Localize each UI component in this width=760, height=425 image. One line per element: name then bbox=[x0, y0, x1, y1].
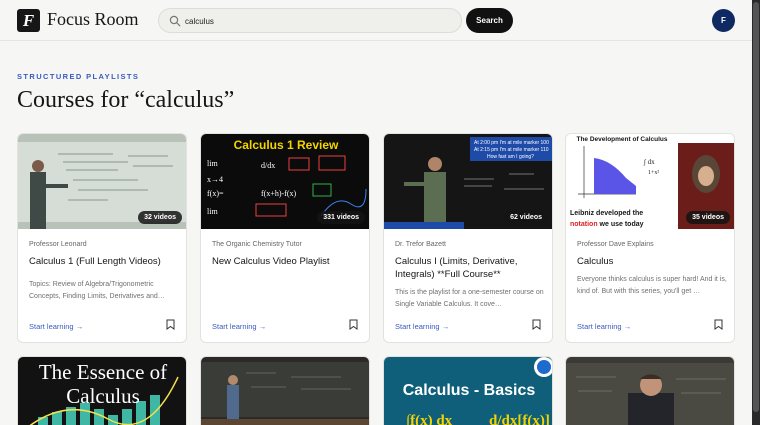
course-author: The Organic Chemistry Tutor bbox=[212, 241, 302, 248]
course-thumbnail[interactable]: The Development of Calculus ∫ dx 1+x² Le… bbox=[566, 134, 734, 229]
lecture-hall-image bbox=[201, 357, 369, 425]
bookmark-icon bbox=[532, 319, 540, 330]
bookmark-button[interactable] bbox=[527, 315, 545, 333]
thumb-caption: Leibniz developed the bbox=[570, 210, 643, 217]
course-thumbnail[interactable]: 32 videos bbox=[18, 134, 186, 229]
bookmark-icon bbox=[166, 319, 174, 330]
video-count-badge: 62 videos bbox=[504, 211, 548, 224]
course-title[interactable]: Calculus 1 (Full Length Videos) bbox=[29, 255, 179, 268]
bookmark-icon bbox=[714, 319, 722, 330]
start-learning-link[interactable]: Start learning → bbox=[395, 322, 449, 331]
thumb-title-text: Calculus 1 Review bbox=[234, 138, 339, 152]
bookmark-icon bbox=[349, 319, 357, 330]
thumb-line: At 2:00 pm I'm at mile marker 100 bbox=[474, 140, 549, 146]
scrollbar-thumb[interactable] bbox=[753, 2, 759, 412]
video-count-badge: 35 videos bbox=[686, 211, 730, 224]
search-box[interactable] bbox=[158, 8, 462, 33]
svg-text:∫ dx: ∫ dx bbox=[643, 158, 655, 166]
course-author: Professor Dave Explains bbox=[577, 241, 654, 248]
course-card[interactable] bbox=[565, 356, 735, 425]
thumb-caption: notation bbox=[570, 221, 598, 228]
course-card[interactable]: 32 videos Professor Leonard Calculus 1 (… bbox=[17, 133, 187, 343]
video-count-badge: 32 videos bbox=[138, 211, 182, 224]
svg-text:x→4: x→4 bbox=[207, 175, 223, 184]
professor-lecture-image bbox=[566, 357, 734, 425]
calculus-basics-image: Calculus - Basics ∫f(x) dx d/dx[f(x)] bbox=[384, 357, 552, 425]
avatar[interactable]: F bbox=[712, 9, 735, 32]
video-count-badge: 331 videos bbox=[317, 211, 365, 224]
logo-icon[interactable]: F bbox=[17, 9, 40, 32]
course-card[interactable]: The Essence of Calculus bbox=[17, 356, 187, 425]
thumb-caption: we use today bbox=[598, 221, 644, 228]
course-card[interactable]: The Development of Calculus ∫ dx 1+x² Le… bbox=[565, 133, 735, 343]
start-learning-link[interactable]: Start learning → bbox=[577, 322, 631, 331]
course-card[interactable]: Calculus 1 Review lim x→4 f(x)= lim d/dx f(x… bbox=[200, 133, 370, 343]
course-title[interactable]: New Calculus Video Playlist bbox=[212, 255, 362, 268]
course-card[interactable]: Calculus - Basics ∫f(x) dx d/dx[f(x)] bbox=[383, 356, 553, 425]
course-card[interactable]: At 2:00 pm I'm at mile marker 100 At 2:1… bbox=[383, 133, 553, 343]
bookmark-button[interactable] bbox=[161, 315, 179, 333]
thumb-line: At 2:15 pm I'm at mile marker 110 bbox=[474, 147, 549, 153]
course-author: Professor Leonard bbox=[29, 241, 87, 248]
svg-text:f(x)=: f(x)= bbox=[207, 189, 224, 198]
svg-text:d/dx: d/dx bbox=[261, 161, 275, 170]
bookmark-button[interactable] bbox=[709, 315, 727, 333]
course-title[interactable]: Calculus bbox=[577, 255, 727, 268]
thumb-title-text: The Development of Calculus bbox=[576, 136, 667, 143]
course-thumbnail[interactable]: At 2:00 pm I'm at mile marker 100 At 2:1… bbox=[384, 134, 552, 229]
bookmark-button[interactable] bbox=[344, 315, 362, 333]
thumb-title-text: Calculus bbox=[66, 384, 140, 408]
essence-of-calculus-image: The Essence of Calculus bbox=[18, 357, 186, 425]
course-thumbnail[interactable]: Calculus 1 Review lim x→4 f(x)= lim d/dx f(x… bbox=[201, 134, 369, 229]
thumb-line: How fast am I going? bbox=[487, 154, 534, 160]
start-learning-link[interactable]: Start learning → bbox=[29, 322, 83, 331]
svg-text:∫f(x) dx: ∫f(x) dx bbox=[405, 413, 453, 425]
section-eyebrow: STRUCTURED PLAYLISTS bbox=[17, 72, 140, 81]
svg-text:d/dx[f(x)]: d/dx[f(x)] bbox=[489, 413, 550, 425]
svg-text:lim: lim bbox=[207, 207, 218, 216]
course-description: Everyone thinks calculus is super hard! … bbox=[577, 276, 727, 295]
svg-text:f(x+h)-f(x): f(x+h)-f(x) bbox=[261, 189, 296, 198]
search-icon bbox=[169, 15, 181, 27]
course-description: Topics: Review of Algebra/Trigonometric … bbox=[29, 281, 165, 300]
svg-text:lim: lim bbox=[207, 159, 218, 168]
svg-text:1+x²: 1+x² bbox=[648, 170, 659, 176]
search-button[interactable]: Search bbox=[466, 8, 513, 33]
search-input[interactable] bbox=[185, 13, 455, 29]
thumb-title-text: The Essence of bbox=[39, 360, 167, 384]
course-card[interactable] bbox=[200, 356, 370, 425]
app-name[interactable]: Focus Room bbox=[47, 9, 139, 30]
course-description: This is the playlist for a one-semester … bbox=[395, 289, 544, 308]
svg-text:notation we use today: notation we use today bbox=[570, 221, 644, 228]
start-learning-link[interactable]: Start learning → bbox=[212, 322, 266, 331]
course-title[interactable]: Calculus I (Limits, Derivative, Integral… bbox=[395, 255, 545, 281]
thumb-title-text: Calculus - Basics bbox=[403, 382, 536, 399]
page-title: Courses for “calculus” bbox=[17, 87, 235, 113]
course-author: Dr. Trefor Bazett bbox=[395, 241, 446, 248]
